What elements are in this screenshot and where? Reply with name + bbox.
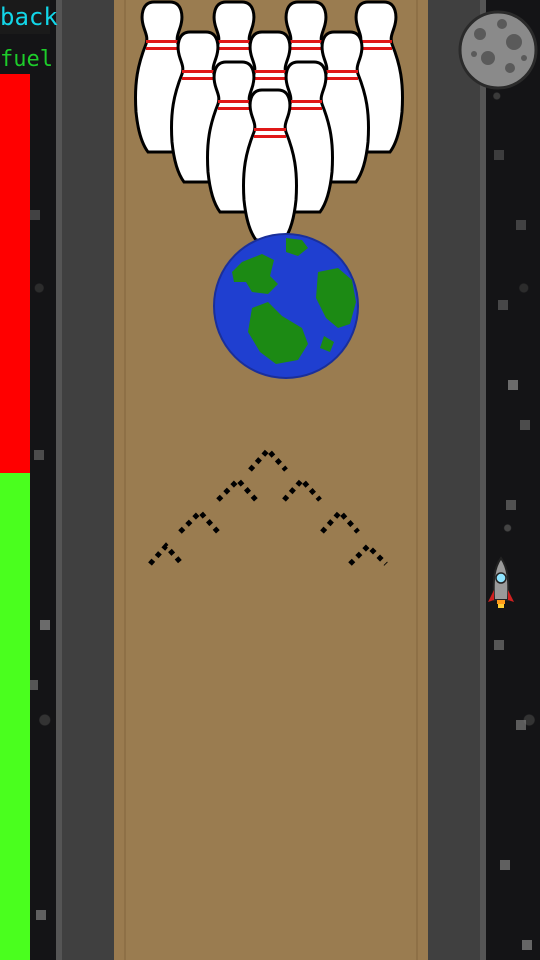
star bbox=[508, 380, 518, 390]
earth-ball-icon[interactable] bbox=[212, 232, 360, 380]
star bbox=[498, 300, 508, 310]
star bbox=[522, 940, 532, 950]
star bbox=[520, 420, 530, 430]
star bbox=[30, 210, 40, 220]
lane-arrows-icon bbox=[148, 448, 388, 566]
left-gutter bbox=[56, 0, 114, 960]
star bbox=[494, 640, 504, 650]
star bbox=[506, 500, 516, 510]
moon-icon bbox=[458, 10, 538, 90]
star bbox=[40, 620, 50, 630]
back-button[interactable]: back bbox=[0, 0, 58, 34]
bowling-pins-icon bbox=[133, 0, 405, 240]
star bbox=[36, 910, 46, 920]
game-screen[interactable]: back fuel bbox=[0, 0, 540, 960]
star bbox=[516, 720, 526, 730]
right-gutter bbox=[428, 0, 486, 960]
star bbox=[494, 150, 504, 160]
star bbox=[500, 860, 510, 870]
pin-1 bbox=[241, 88, 299, 240]
fuel-gauge bbox=[0, 74, 30, 960]
fuel-label: fuel bbox=[0, 47, 53, 72]
rocket-icon[interactable] bbox=[486, 556, 516, 612]
star bbox=[34, 450, 44, 460]
star bbox=[516, 220, 526, 230]
fuel-gauge-fill bbox=[0, 472, 30, 960]
space-background-right bbox=[486, 0, 540, 960]
